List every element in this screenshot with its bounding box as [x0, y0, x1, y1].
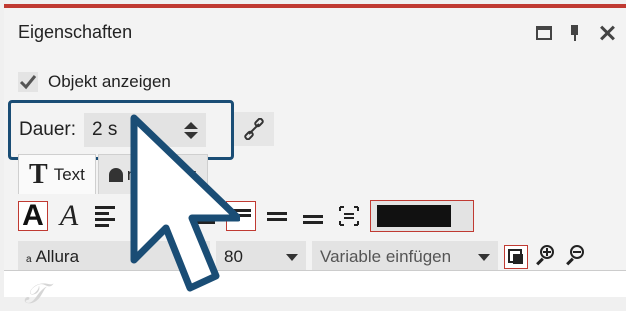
link-icon: [244, 118, 264, 140]
valign-bottom-icon: [303, 209, 323, 224]
insert-variable-select[interactable]: Variable einfügen: [312, 241, 498, 273]
text-tab-icon: T: [29, 158, 48, 190]
tab-text[interactable]: T Text: [18, 154, 96, 194]
property-tabs: T Text nsparenz: [18, 152, 208, 194]
tab-transparency-label: nsparenz: [126, 164, 197, 184]
chevron-down-icon: [286, 253, 298, 261]
zoom-out-icon[interactable]: [564, 245, 588, 269]
valign-top-icon: [231, 209, 251, 223]
italic-button[interactable]: A: [54, 199, 84, 232]
layer-order-icon[interactable]: [504, 245, 528, 269]
fit-text-button[interactable]: [334, 201, 364, 231]
font-family-value: Allura: [35, 247, 80, 266]
zoom-in-icon[interactable]: [534, 245, 558, 269]
properties-panel: Eigenschaften Objekt anzeigen Dauer: 2 s…: [4, 4, 626, 296]
font-toolbar: a Allura 80 Variable einfügen: [18, 240, 588, 274]
chevron-down-icon: [478, 253, 490, 261]
pin-icon[interactable]: [566, 24, 584, 42]
text-format-toolbar: A A: [18, 198, 474, 234]
duration-input[interactable]: 2 s: [84, 113, 207, 147]
duration-label: Dauer:: [19, 119, 77, 140]
spinner-arrows-icon[interactable]: [184, 121, 199, 139]
show-object-row[interactable]: Objekt anzeigen: [18, 72, 171, 92]
tab-transparency[interactable]: nsparenz: [97, 154, 208, 194]
font-family-select[interactable]: a Allura: [18, 241, 210, 273]
maximize-icon[interactable]: [536, 26, 552, 40]
tab-text-label: Text: [53, 164, 85, 184]
align-left-icon: [95, 205, 115, 227]
text-color-swatch: [377, 205, 451, 227]
align-left-button[interactable]: [90, 201, 120, 231]
font-size-select[interactable]: 80: [216, 241, 306, 273]
link-button[interactable]: [234, 112, 274, 146]
close-icon[interactable]: [598, 24, 616, 42]
bold-button[interactable]: A: [18, 199, 48, 232]
justify-button[interactable]: [190, 201, 220, 231]
duration-value: 2 s: [92, 119, 118, 140]
text-preview-area[interactable]: 𝒯: [4, 270, 626, 310]
insert-variable-label: Variable einfügen: [320, 247, 452, 266]
checkmark-icon[interactable]: [18, 72, 38, 92]
window-controls: [536, 24, 616, 42]
valign-middle-icon: [267, 211, 287, 221]
font-size-value: 80: [224, 247, 243, 266]
text-color-picker[interactable]: [370, 200, 474, 232]
cursor-hidden-area: [126, 201, 184, 231]
panel-title: Eigenschaften: [18, 22, 133, 42]
valign-bottom-button[interactable]: [298, 201, 328, 231]
show-object-label: Objekt anzeigen: [48, 72, 171, 91]
chevron-down-icon: [190, 253, 202, 261]
preview-ghost-glyphs: 𝒯: [24, 279, 46, 310]
transparency-icon: [108, 167, 123, 182]
font-type-icon: a: [26, 254, 32, 265]
duration-field-highlight: Dauer: 2 s: [8, 100, 234, 160]
valign-top-button[interactable]: [226, 201, 256, 231]
fit-text-icon: [339, 206, 359, 226]
valign-middle-button[interactable]: [262, 201, 292, 231]
justify-icon: [195, 208, 215, 224]
